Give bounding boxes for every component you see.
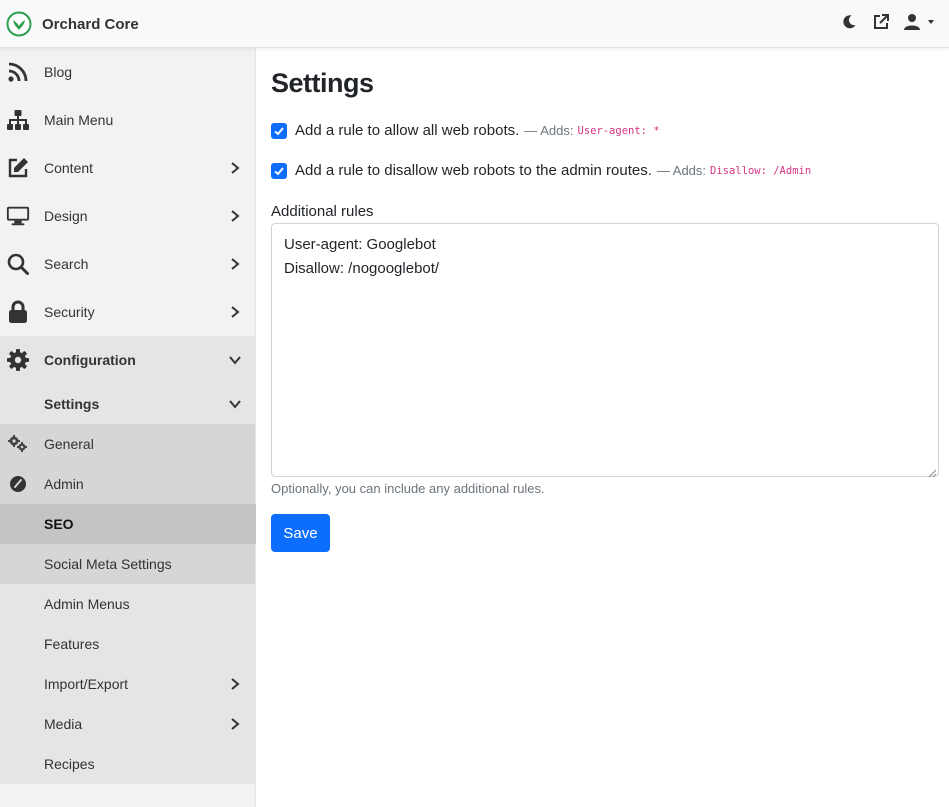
sidebar-item-design[interactable]: Design [0, 192, 256, 240]
disallow-admin-option: Add a rule to disallow web robots to the… [271, 162, 811, 179]
user-menu[interactable] [903, 12, 939, 32]
save-button[interactable]: Save [271, 514, 330, 552]
chevron-right-icon [228, 257, 242, 271]
sidebar-item-settings[interactable]: Settings [0, 384, 256, 424]
sitemap-icon [6, 108, 30, 132]
additional-rules-help: Optionally, you can include any addition… [271, 481, 545, 496]
search-icon [6, 252, 30, 276]
brand-name: Orchard Core [42, 15, 139, 33]
additional-rules-textarea[interactable] [271, 223, 939, 477]
additional-rules-label: Additional rules [271, 203, 374, 220]
disallow-admin-checkbox[interactable] [271, 162, 287, 179]
lock-icon [6, 300, 30, 324]
sidebar-item-label: Design [44, 208, 88, 224]
disallow-admin-code: Disallow: /Admin [710, 164, 812, 177]
chevron-right-icon [228, 677, 242, 691]
allow-robots-checkbox[interactable] [271, 122, 287, 139]
resize-handle-icon[interactable] [927, 465, 937, 478]
sidebar-item-admin-menus[interactable]: Admin Menus [0, 584, 256, 624]
sidebar-item-label: Settings [44, 396, 100, 412]
sidebar-item-seo[interactable]: SEO [0, 504, 256, 544]
moon-icon[interactable] [839, 12, 859, 32]
chevron-right-icon [228, 209, 242, 223]
sidebar-item-search[interactable]: Search [0, 240, 256, 288]
sidebar-item-label: Search [44, 256, 89, 272]
sidebar-item-blog[interactable]: Blog [0, 48, 256, 96]
sidebar-item-main-menu[interactable]: Main Menu [0, 96, 256, 144]
allow-robots-option: Add a rule to allow all web robots. — Ad… [271, 122, 660, 139]
sidebar-item-admin[interactable]: Admin [0, 464, 256, 504]
sidebar-item-media[interactable]: Media [0, 704, 256, 744]
chevron-right-icon [228, 161, 242, 175]
external-link-icon[interactable] [871, 12, 891, 32]
allow-robots-code: User-agent: * [577, 124, 660, 137]
sidebar-item-import-export[interactable]: Import/Export [0, 664, 256, 704]
monitor-icon [6, 204, 30, 228]
sidebar-item-label: General [44, 436, 94, 452]
allow-robots-hint: — Adds: [524, 123, 574, 138]
brand-link[interactable]: Orchard Core [6, 10, 139, 38]
caret-down-icon [928, 20, 934, 24]
disallow-admin-label[interactable]: Add a rule to disallow web robots to the… [295, 162, 652, 179]
sidebar-item-label: Main Menu [44, 112, 114, 128]
sidebar-item-features[interactable]: Features [0, 624, 256, 664]
edit-icon [6, 156, 30, 180]
disallow-admin-hint: — Adds: [656, 163, 707, 178]
chevron-down-icon [228, 353, 242, 367]
sidebar-item-label: Configuration [44, 352, 136, 368]
sidebar-item-label: Admin [44, 476, 84, 492]
sidebar-item-label: Admin Menus [44, 596, 130, 612]
chevron-right-icon [228, 305, 242, 319]
cogs-icon [6, 432, 30, 456]
user-icon [904, 14, 934, 30]
chevron-right-icon [228, 717, 242, 731]
sidebar-item-label: Social Meta Settings [44, 556, 172, 572]
sidebar-item-label: Security [44, 304, 95, 320]
sidebar-item-social-meta-settings[interactable]: Social Meta Settings [0, 544, 256, 584]
page-title: Settings [271, 68, 374, 98]
gear-icon [6, 348, 30, 372]
sidebar-item-label: Content [44, 160, 94, 176]
sidebar-item-recipes[interactable]: Recipes [0, 744, 256, 784]
sidebar-item-security[interactable]: Security [0, 288, 256, 336]
gauge-icon [6, 472, 30, 496]
sidebar-item-label: Blog [44, 64, 73, 80]
sidebar-item-general[interactable]: General [0, 424, 256, 464]
sidebar-item-label: Recipes [44, 756, 95, 772]
sidebar-item-content[interactable]: Content [0, 144, 256, 192]
sidebar-item-label: Features [44, 636, 100, 652]
admin-sidebar: Blog Main Menu Content Design Search Sec… [0, 48, 256, 807]
chevron-down-icon [228, 397, 242, 411]
sidebar-item-label: Import/Export [44, 676, 129, 692]
orchard-logo-icon [6, 11, 32, 37]
allow-robots-label[interactable]: Add a rule to allow all web robots. [295, 122, 519, 139]
rss-icon [6, 60, 30, 84]
sidebar-item-configuration[interactable]: Configuration [0, 336, 256, 384]
top-navbar: Orchard Core [0, 0, 949, 48]
sidebar-item-label: SEO [44, 516, 74, 532]
sidebar-item-label: Media [44, 716, 83, 732]
